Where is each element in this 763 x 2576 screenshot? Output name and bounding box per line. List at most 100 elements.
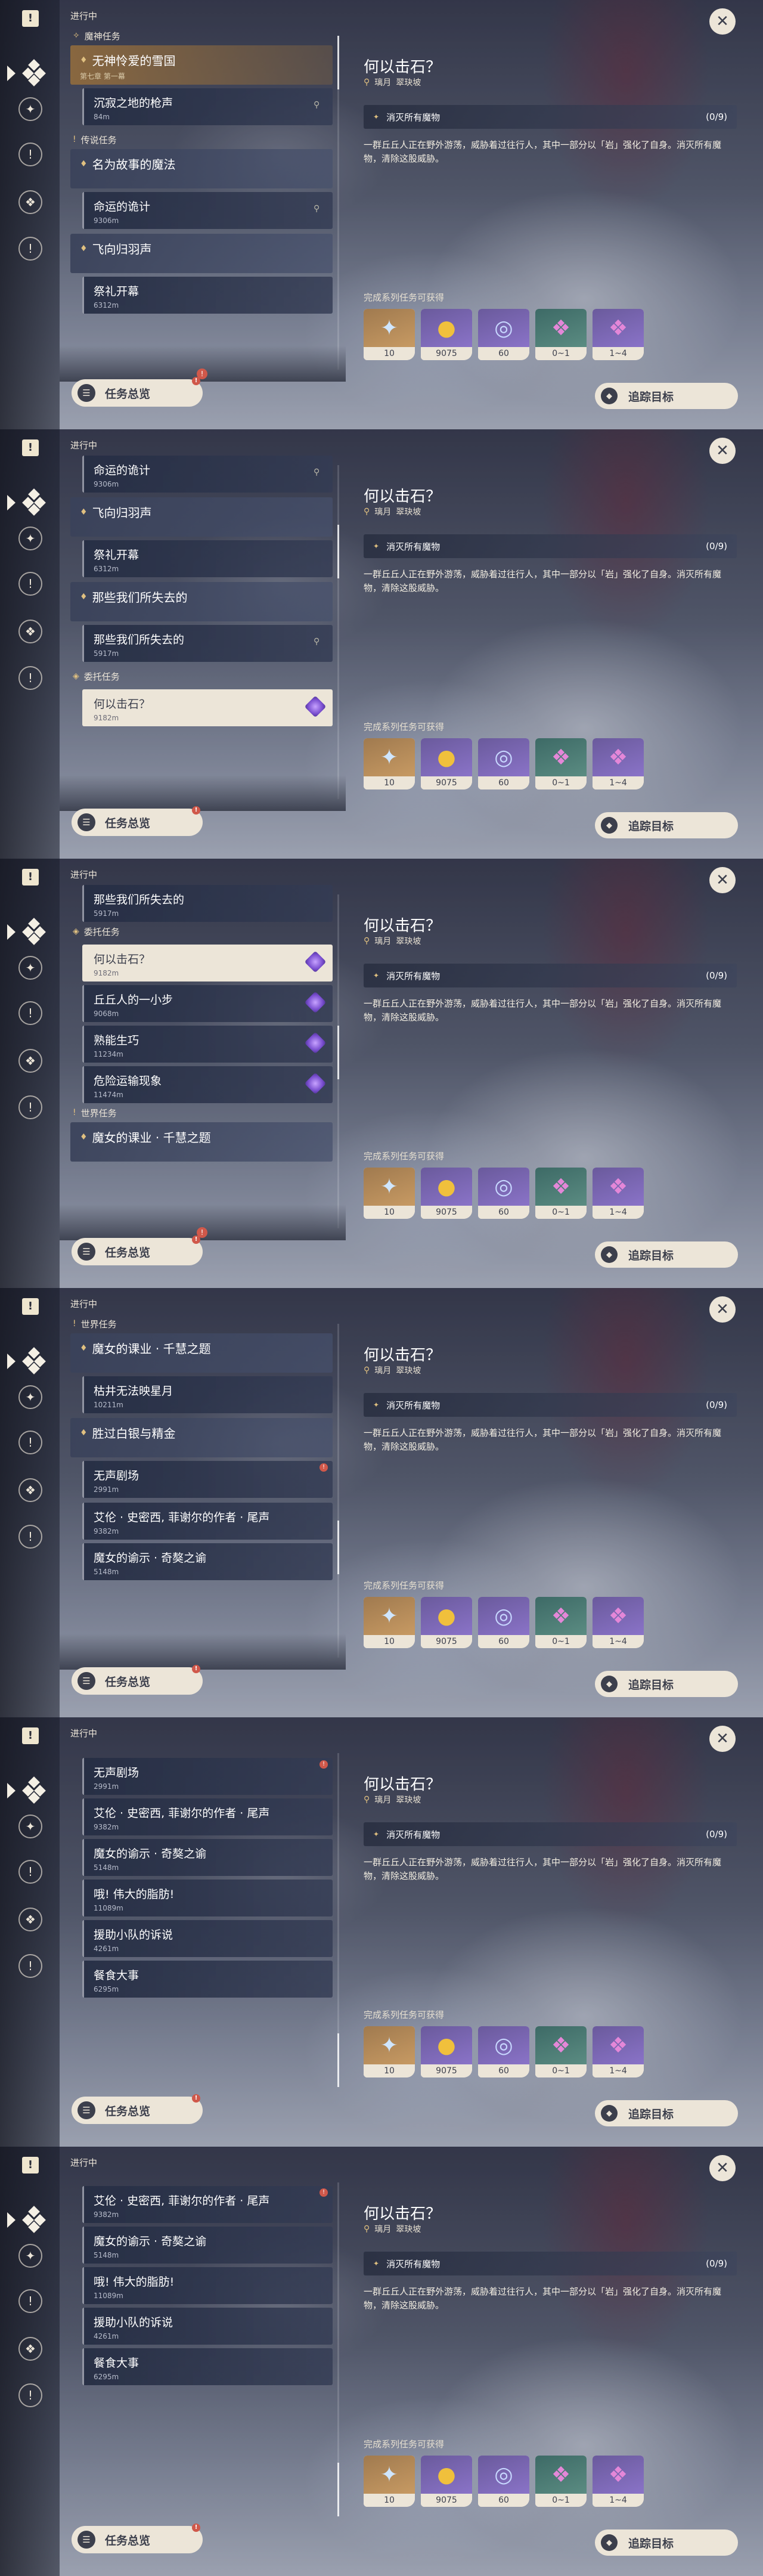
reward-item[interactable]: ❖ 0~1 — [535, 2026, 587, 2077]
reward-item[interactable]: ❖ 0~1 — [535, 1168, 587, 1219]
track-objective-button[interactable]: ◆ 追踪目标 — [595, 2529, 738, 2556]
quest-book-icon[interactable]: ! — [17, 2151, 44, 2179]
world-quest-tab[interactable]: ! — [17, 664, 44, 692]
quest-step[interactable]: 无声剧场 2991m ! — [82, 1758, 333, 1795]
quest-list[interactable]: 命运的诡计 9306m ⚲ ♦ 飞向归羽声 祭礼开幕 6312m ♦ 那些我们所失去… — [70, 456, 333, 807]
quest-step[interactable]: 艾伦 · 史密西, 菲谢尔的作者 · 尾声 9382m — [82, 1798, 333, 1835]
archon-quest-tab[interactable]: ✦ — [17, 2242, 44, 2270]
all-quests-tab[interactable] — [7, 59, 55, 87]
scrollbar-thumb[interactable] — [337, 2463, 339, 2516]
quest-step[interactable]: 命运的诡计 9306m ⚲ — [82, 192, 333, 229]
quest-step[interactable]: 祭礼开幕 6312m — [82, 540, 333, 577]
quest-book-icon[interactable]: ! — [17, 1293, 44, 1320]
quest-overview-button[interactable]: ☰ 任务总览 ! — [72, 806, 203, 836]
archon-quest-tab[interactable]: ✦ — [17, 1383, 44, 1411]
archon-quest-tab[interactable]: ✦ — [17, 1813, 44, 1840]
quest-step[interactable]: 魔女的谕示 · 奇獒之谕 5148m — [82, 1839, 333, 1876]
track-objective-button[interactable]: ◆ 追踪目标 — [595, 1671, 738, 1697]
quest-overview-button[interactable]: ☰ 任务总览 ! — [72, 1665, 203, 1695]
quest-header[interactable]: ♦ 飞向归羽声 — [70, 234, 333, 273]
story-quest-tab[interactable]: ! — [17, 570, 44, 597]
reward-item[interactable]: ❖ 1~4 — [593, 2026, 644, 2077]
reward-item[interactable]: ◎ 60 — [478, 309, 529, 360]
story-quest-tab[interactable]: ! — [17, 999, 44, 1027]
quest-header[interactable]: ♦ 那些我们所失去的 — [70, 582, 333, 621]
list-scrollbar[interactable] — [337, 1753, 339, 2087]
reward-item[interactable]: ● 9075 — [421, 1597, 472, 1648]
quest-list[interactable]: ✧ 魔神任务 ♦ 无神怜爱的雪国 第七章 第一幕 沉寂之地的枪声 84m ⚲ ! 传说… — [70, 26, 333, 378]
quest-header[interactable]: ♦ 胜过白银与精金 — [70, 1418, 333, 1457]
track-objective-button[interactable]: ◆ 追踪目标 — [595, 812, 738, 838]
quest-step[interactable]: 哦! 伟大的脂肪! 11089m — [82, 1880, 333, 1916]
scrollbar-thumb[interactable] — [337, 525, 339, 578]
world-quest-tab[interactable]: ! — [17, 1952, 44, 1980]
reward-item[interactable]: ❖ 1~4 — [593, 1168, 644, 1219]
list-scrollbar[interactable] — [337, 2182, 339, 2516]
world-quest-tab[interactable]: ! — [17, 2382, 44, 2409]
reward-item[interactable]: ❖ 0~1 — [535, 2456, 587, 2507]
all-quests-tab[interactable] — [7, 1347, 55, 1375]
quest-step[interactable]: 艾伦 · 史密西, 菲谢尔的作者 · 尾声 9382m — [82, 1503, 333, 1540]
commission-tab[interactable]: ❖ — [17, 188, 44, 216]
quest-step[interactable]: 援助小队的诉说 4261m — [82, 1920, 333, 1957]
reward-item[interactable]: ◎ 60 — [478, 2026, 529, 2077]
quest-book-icon[interactable]: ! — [17, 863, 44, 891]
all-quests-tab[interactable] — [7, 2206, 55, 2234]
world-quest-tab[interactable]: ! — [17, 1523, 44, 1550]
reward-item[interactable]: ◎ 60 — [478, 738, 529, 789]
reward-item[interactable]: ✦ 10 — [364, 2026, 415, 2077]
quest-step[interactable]: 丘丘人的一小步 9068m — [82, 985, 333, 1022]
quest-header[interactable]: ♦ 飞向归羽声 — [70, 497, 333, 537]
archon-quest-tab[interactable]: ✦ — [17, 95, 44, 123]
reward-item[interactable]: ● 9075 — [421, 1168, 472, 1219]
reward-item[interactable]: ● 9075 — [421, 309, 472, 360]
close-button[interactable]: ✕ — [709, 2155, 736, 2181]
all-quests-tab[interactable] — [7, 918, 55, 946]
quest-book-icon[interactable]: ! — [17, 434, 44, 462]
commission-tab[interactable]: ❖ — [17, 1906, 44, 1933]
reward-item[interactable]: ✦ 10 — [364, 1168, 415, 1219]
quest-step[interactable]: 援助小队的诉说 4261m — [82, 2308, 333, 2345]
reward-item[interactable]: ◎ 60 — [478, 2456, 529, 2507]
reward-item[interactable]: ✦ 10 — [364, 309, 415, 360]
list-scrollbar[interactable] — [337, 1324, 339, 1658]
scrollbar-thumb[interactable] — [337, 36, 339, 89]
reward-item[interactable]: ❖ 1~4 — [593, 2456, 644, 2507]
quest-overview-button[interactable]: ☰ 任务总览 ! — [72, 2094, 203, 2124]
quest-step[interactable]: 命运的诡计 9306m ⚲ — [82, 456, 333, 493]
story-quest-tab[interactable]: ! — [17, 2287, 44, 2315]
archon-quest-tab[interactable]: ✦ — [17, 954, 44, 982]
quest-header[interactable]: ♦ 魔女的课业 · 千慧之题 — [70, 1122, 333, 1162]
quest-book-icon[interactable]: ! — [17, 1722, 44, 1750]
quest-step[interactable]: 那些我们所失去的 5917m ⚲ — [82, 625, 333, 662]
reward-item[interactable]: ❖ 0~1 — [535, 309, 587, 360]
quest-step[interactable]: 那些我们所失去的 5917m — [82, 885, 333, 922]
list-scrollbar[interactable] — [337, 894, 339, 1228]
scrollbar-thumb[interactable] — [337, 1026, 339, 1079]
quest-overview-button[interactable]: ☰ 任务总览 ! — [72, 377, 203, 407]
quest-list[interactable]: 无声剧场 2991m ! 艾伦 · 史密西, 菲谢尔的作者 · 尾声 9382m… — [70, 1744, 333, 2095]
quest-step[interactable]: 餐食大事 6295m — [82, 1961, 333, 1998]
close-button[interactable]: ✕ — [709, 438, 736, 464]
story-quest-tab[interactable]: ! — [17, 1858, 44, 1885]
reward-item[interactable]: ❖ 1~4 — [593, 309, 644, 360]
commission-tab[interactable]: ❖ — [17, 2335, 44, 2363]
scrollbar-thumb[interactable] — [337, 1521, 339, 1574]
quest-step[interactable]: 枯井无法映星月 10211m — [82, 1376, 333, 1413]
quest-step-selected[interactable]: 何以击石？ 9182m — [82, 689, 333, 726]
quest-step[interactable]: 哦! 伟大的脂肪! 11089m — [82, 2267, 333, 2304]
commission-tab[interactable]: ❖ — [17, 1476, 44, 1504]
commission-tab[interactable]: ❖ — [17, 618, 44, 645]
reward-item[interactable]: ● 9075 — [421, 738, 472, 789]
quest-step[interactable]: 沉寂之地的枪声 84m ⚲ — [82, 88, 333, 125]
reward-item[interactable]: ✦ 10 — [364, 2456, 415, 2507]
quest-step[interactable]: 魔女的谕示 · 奇獒之谕 5148m — [82, 2227, 333, 2264]
reward-item[interactable]: ● 9075 — [421, 2026, 472, 2077]
close-button[interactable]: ✕ — [709, 867, 736, 893]
quest-header[interactable]: ♦ 无神怜爱的雪国 第七章 第一幕 — [70, 45, 333, 85]
quest-step[interactable]: 餐食大事 6295m — [82, 2348, 333, 2385]
quest-header[interactable]: ♦ 名为故事的魔法 — [70, 149, 333, 188]
close-button[interactable]: ✕ — [709, 1726, 736, 1752]
quest-list[interactable]: ! 世界任务 ♦ 魔女的课业 · 千慧之题 枯井无法映星月 10211m ♦ 胜过白银… — [70, 1314, 333, 1666]
scrollbar-thumb[interactable] — [337, 2033, 339, 2087]
